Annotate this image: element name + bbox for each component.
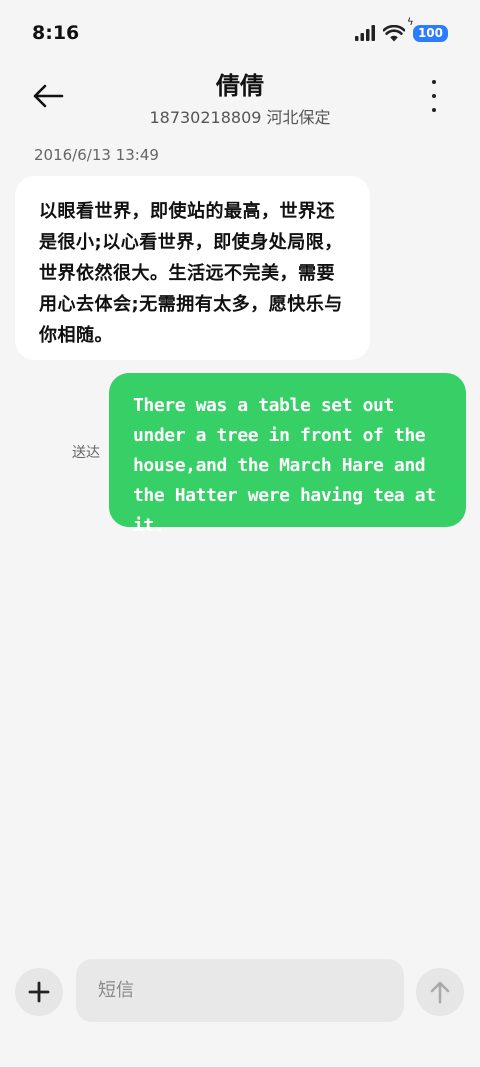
charging-bolt-icon: ϟ bbox=[406, 16, 414, 28]
outgoing-message-bubble[interactable]: There was a table set out under a tree i… bbox=[109, 373, 466, 536]
battery-level: 100 bbox=[412, 24, 448, 42]
status-icons: ϟ 100 bbox=[354, 17, 448, 44]
battery-icon: ϟ 100 bbox=[407, 17, 448, 42]
incoming-message-bubble[interactable]: 以眼看世界，即使站的最高，世界还是很小;以心看世界，即使身处局限，世界依然很大。… bbox=[15, 176, 370, 360]
send-button[interactable] bbox=[416, 968, 464, 1016]
message-date: 2016/6/13 13:49 bbox=[34, 146, 159, 164]
message-input[interactable] bbox=[76, 959, 404, 1022]
status-bar: 8:16 ϟ 100 bbox=[0, 0, 480, 60]
wifi-icon bbox=[382, 24, 405, 41]
send-arrow-up-icon bbox=[430, 981, 450, 1004]
conversation-header: 倩倩 18730218809 河北保定 bbox=[0, 60, 480, 140]
message-composer bbox=[0, 935, 480, 1067]
more-vertical-icon bbox=[432, 80, 436, 84]
contact-name: 倩倩 bbox=[216, 72, 264, 100]
more-options-button[interactable] bbox=[424, 80, 444, 112]
delivery-status: 送达 bbox=[72, 445, 100, 461]
status-time: 8:16 bbox=[32, 22, 80, 44]
plus-icon bbox=[28, 981, 50, 1003]
contact-phone-location: 18730218809 河北保定 bbox=[149, 108, 331, 127]
add-attachment-button[interactable] bbox=[15, 968, 63, 1016]
signal-icon bbox=[354, 25, 375, 41]
